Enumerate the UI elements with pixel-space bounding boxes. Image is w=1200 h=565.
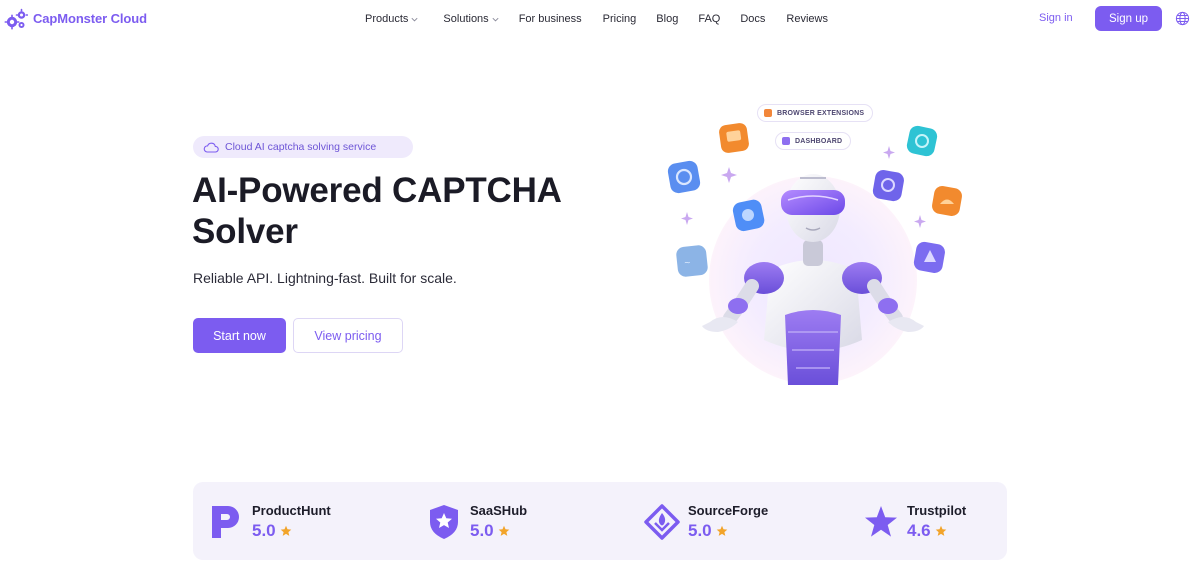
nav-item-pricing[interactable]: Pricing [603,13,637,25]
nav-item-label: FAQ [698,13,721,25]
nav-item-label: Docs [740,13,766,25]
rating-score: 5.0 [470,521,527,541]
rating-value: 5.0 [470,521,494,540]
nav-item-reviews[interactable]: Reviews [786,13,828,25]
puzzle-icon [764,109,772,117]
hero-title-line-1: AI-Powered CAPTCHA [192,171,562,210]
rating-trustpilot[interactable]: Trustpilot 4.6 [863,500,966,544]
star-icon [935,525,946,536]
rating-text: SourceForge 5.0 [688,503,768,541]
hero-subtitle: Reliable API. Lightning-fast. Built for … [193,270,457,286]
nav-item-blog[interactable]: Blog [656,13,678,25]
rating-name: SourceForge [688,503,769,518]
chevron-down-icon [492,17,499,21]
ratings-bar: ProductHunt 5.0 SaaSHub 5.0 SourceForge … [193,482,1007,560]
dashboard-text: DASHBOARD [795,137,843,145]
nav-item-solutions[interactable]: Solutions [443,13,499,25]
nav-item-docs[interactable]: Docs [740,13,765,25]
dashboard-icon [782,137,790,145]
browser-extensions-text: BROWSER EXTENSIONS [777,109,865,117]
sourceforge-icon [644,504,680,540]
rating-score: 5.0 [688,521,768,541]
sign-in-link[interactable]: Sign in [1039,12,1073,24]
site-header: CapMonster Cloud Products Solutions For … [0,0,1200,38]
sign-up-button[interactable]: Sign up [1095,6,1162,31]
hero-badge-text: Cloud AI captcha solving service [225,141,377,153]
trustpilot-icon [865,506,897,537]
hero-title: AI-Powered CAPTCHA Solver [192,170,622,252]
brand-name: CapMonster Cloud [33,10,147,26]
nav-item-label: Solutions [443,13,489,25]
star-icon [498,525,509,536]
nav-item-label: Blog [656,13,679,25]
nav-item-products[interactable]: Products [365,13,419,25]
nav-item-label: Pricing [602,13,637,25]
hero-badge: Cloud AI captcha solving service [193,136,413,158]
cloud-icon [203,142,219,153]
star-icon [280,525,291,536]
saashub-icon [430,505,458,539]
rating-saashub[interactable]: SaaSHub 5.0 [426,500,527,544]
nav-item-label: Reviews [786,13,828,25]
rating-sourceforge[interactable]: SourceForge 5.0 [644,500,768,544]
nav-item-for-business[interactable]: For business [519,13,582,25]
rating-producthunt[interactable]: ProductHunt 5.0 [208,500,331,544]
globe-icon[interactable] [1175,11,1190,26]
hero-title-line-2: Solver [192,212,298,251]
rating-value: 5.0 [688,521,712,540]
nav-item-label: Products [365,13,409,25]
producthunt-icon [212,506,239,538]
rating-name: Trustpilot [907,503,967,518]
rating-text: ProductHunt 5.0 [252,503,331,541]
star-icon [716,525,727,536]
hero-illustration: ~ BROWSER EXTENSIONS DASHBOARD [660,100,980,390]
tile-glyph: ~ [684,258,691,267]
rating-name: ProductHunt [252,503,331,518]
rating-name: SaaSHub [470,503,528,518]
main-nav: Products Solutions For business Pricing … [365,12,828,26]
nav-item-faq[interactable]: FAQ [698,13,720,25]
rating-score: 4.6 [907,521,966,541]
start-now-button[interactable]: Start now [193,318,286,353]
browser-extensions-label: BROWSER EXTENSIONS [757,104,874,122]
dashboard-label: DASHBOARD [775,132,852,150]
capmonster-logo-icon [4,8,28,30]
rating-value: 5.0 [252,521,276,540]
chevron-down-icon [411,17,418,21]
brand-logo[interactable]: CapMonster Cloud [4,6,147,30]
rating-score: 5.0 [252,521,331,541]
rating-text: SaaSHub 5.0 [470,503,527,541]
rating-value: 4.6 [907,521,931,540]
rating-text: Trustpilot 4.6 [907,503,966,541]
view-pricing-button[interactable]: View pricing [293,318,403,353]
nav-item-label: For business [518,13,582,25]
